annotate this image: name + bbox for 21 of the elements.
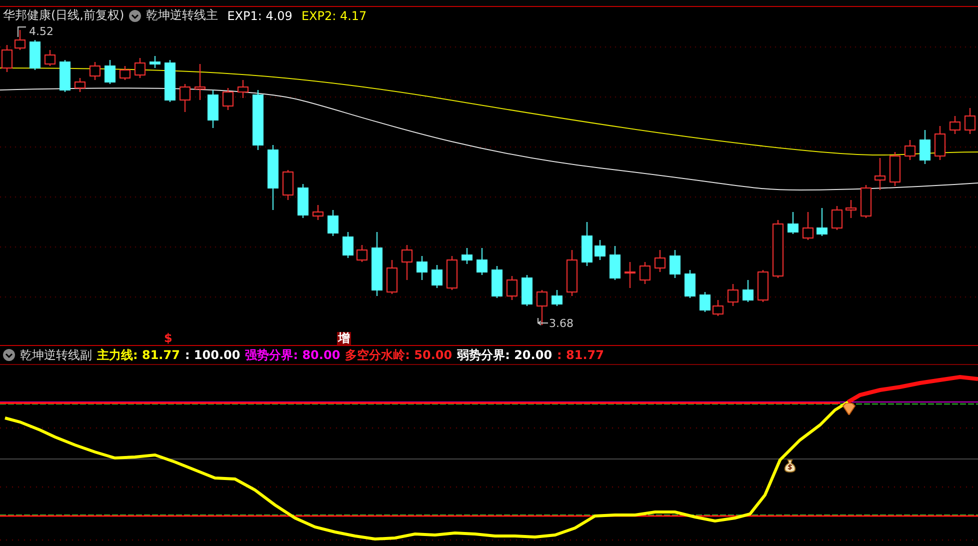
diamond-icon (842, 402, 856, 415)
signal-marker: $ (164, 332, 172, 345)
leader-line (536, 318, 548, 328)
indicator-name: 乾坤逆转线主 (146, 7, 218, 24)
dropdown-icon[interactable] (3, 349, 15, 362)
indicator-reading: 强势分界: 80.00 (245, 348, 340, 362)
signal-marker: 增 (337, 332, 351, 345)
stock-title: 华邦健康(日线,前复权) (3, 7, 124, 24)
indicator-reading: EXP2: 4.17 (301, 8, 367, 23)
indicator-reading: EXP1: 4.09 (227, 8, 292, 23)
indicator-reading: : 81.77 (557, 348, 604, 362)
indicator-reading: 弱势分界: 20.00 (457, 348, 552, 362)
price-label: 4.52 (29, 24, 54, 38)
indicator-name: 乾坤逆转线副 (20, 346, 92, 364)
indicator-reading: 主力线: 81.77 (97, 348, 180, 362)
leader-line (16, 25, 28, 38)
money-bag-icon (783, 458, 797, 473)
price-label: 3.68 (549, 316, 574, 330)
indicator-reading: 多空分水岭: 50.00 (345, 348, 452, 362)
dropdown-icon[interactable] (129, 10, 142, 22)
indicator-reading: : 100.00 (184, 348, 240, 362)
